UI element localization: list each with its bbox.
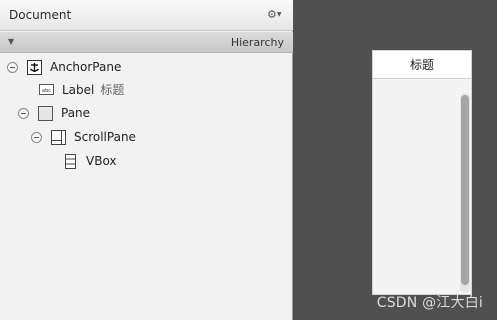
preview-window: 标题 <box>372 50 472 295</box>
panel-title: Document <box>9 8 72 22</box>
preview-title-label: 标题 <box>373 51 471 79</box>
scrollbar-thumb[interactable] <box>461 95 469 285</box>
document-panel: Document ⚙▼ ▼ Hierarchy AnchorPane abc L… <box>0 0 293 320</box>
pane-icon <box>38 105 53 121</box>
collapse-toggle-icon[interactable] <box>18 107 29 119</box>
tree-row-scrollpane[interactable]: ScrollPane <box>31 127 136 147</box>
tree-row-vbox[interactable]: VBox <box>63 151 117 171</box>
collapse-toggle-icon[interactable] <box>31 131 42 143</box>
vbox-icon <box>63 153 78 169</box>
tree-item-label: Label 标题 <box>62 82 125 97</box>
document-panel-header: Document ⚙▼ <box>0 0 293 31</box>
chevron-down-icon: ▼ <box>276 11 282 18</box>
tree-item-label: VBox <box>86 154 117 168</box>
hierarchy-section-header[interactable]: ▼ Hierarchy <box>0 32 293 53</box>
vertical-scrollbar[interactable] <box>460 93 470 293</box>
collapse-arrow-icon[interactable]: ▼ <box>8 37 14 46</box>
tree-row-label[interactable]: abc Label 标题 <box>39 79 124 99</box>
label-icon: abc <box>39 82 54 97</box>
tree-item-text-value: 标题 <box>100 82 125 97</box>
collapse-toggle-icon[interactable] <box>7 61 18 73</box>
scroll-pane-icon <box>51 129 66 145</box>
tree-item-label: ScrollPane <box>74 130 136 144</box>
tree-item-label: Pane <box>61 106 91 120</box>
hierarchy-label: Hierarchy <box>230 36 284 49</box>
svg-text:abc: abc <box>42 88 51 94</box>
gear-icon: ⚙ <box>267 8 277 21</box>
tree-row-anchorpane[interactable]: AnchorPane <box>7 57 121 77</box>
tree-item-label: AnchorPane <box>50 60 122 74</box>
tree-row-pane[interactable]: Pane <box>18 103 90 123</box>
watermark: CSDN @江大白i <box>376 295 483 311</box>
gear-menu-button[interactable]: ⚙▼ <box>267 8 282 22</box>
anchor-pane-icon <box>27 59 42 75</box>
